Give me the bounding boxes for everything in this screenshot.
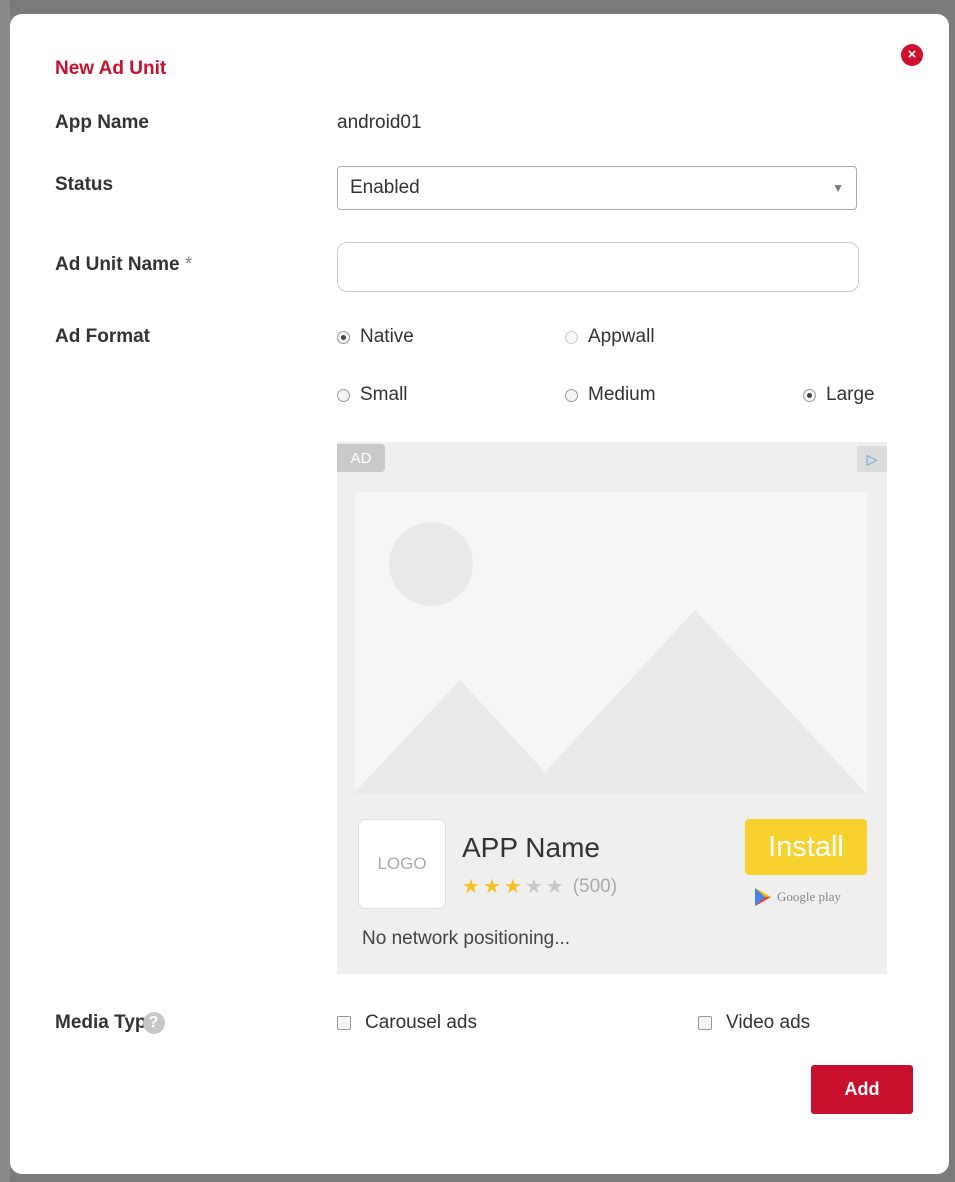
close-icon[interactable]: × <box>901 44 923 66</box>
format-radio-appwall[interactable]: Appwall <box>565 326 655 348</box>
status-label: Status <box>55 174 114 195</box>
radio-button <box>337 330 350 344</box>
ad-unit-name-label: Ad Unit Name * <box>55 254 192 276</box>
size-radio-large[interactable]: Large <box>803 384 875 406</box>
ad-tag: AD <box>337 444 385 472</box>
ad-preview: AD ▷ LOGO APP Name ★ ★ ★ ★ ★ (500) Insta… <box>337 442 887 974</box>
radio-button <box>803 388 816 402</box>
rating-count: (500) <box>572 875 618 897</box>
size-radio-small[interactable]: Small <box>337 384 408 406</box>
checkbox <box>337 1016 351 1030</box>
star-icon: ★ <box>545 876 564 898</box>
format-radio-native-label: Native <box>360 326 414 347</box>
chevron-down-icon: ▼ <box>832 181 844 195</box>
page-backdrop <box>0 0 10 1182</box>
google-play-badge: Google play <box>755 888 841 906</box>
star-icon: ★ <box>462 876 480 898</box>
google-play-label: Google play <box>777 889 841 904</box>
modal-title: New Ad Unit <box>55 58 167 79</box>
ad-unit-name-input[interactable] <box>337 242 859 292</box>
ad-unit-name-label-text: Ad Unit Name <box>55 254 180 275</box>
media-checkbox-carousel[interactable]: Carousel ads <box>337 1012 477 1034</box>
image-placeholder-icon <box>355 492 867 794</box>
app-logo: LOGO <box>358 819 446 909</box>
status-select-value: Enabled <box>350 177 420 198</box>
rating-stars: ★ ★ ★ ★ ★ (500) <box>462 874 617 899</box>
media-checkbox-video[interactable]: Video ads <box>698 1012 810 1034</box>
app-name-value: android01 <box>337 112 422 133</box>
media-checkbox-carousel-label: Carousel ads <box>365 1012 477 1033</box>
checkbox <box>698 1016 712 1030</box>
ad-description: No network positioning... <box>362 928 571 949</box>
radio-button <box>565 388 578 402</box>
add-button[interactable]: Add <box>811 1065 913 1114</box>
size-radio-small-label: Small <box>360 384 408 405</box>
status-select[interactable]: Enabled ▼ <box>337 166 857 210</box>
star-icon: ★ <box>482 876 501 898</box>
format-radio-appwall-label: Appwall <box>588 326 655 347</box>
install-button: Install <box>745 819 867 875</box>
media-type-label: Media Typ? <box>55 1012 165 1034</box>
ad-format-label: Ad Format <box>55 326 150 347</box>
media-type-label-text: Media Typ <box>55 1012 147 1034</box>
radio-button <box>565 330 578 344</box>
star-icon: ★ <box>503 876 522 898</box>
radio-button <box>337 388 350 402</box>
size-radio-medium-label: Medium <box>588 384 656 405</box>
new-ad-unit-modal: × New Ad Unit App Name android01 Status … <box>10 14 949 1174</box>
format-radio-native[interactable]: Native <box>337 326 414 348</box>
google-play-icon <box>755 888 771 906</box>
app-name-label: App Name <box>55 112 149 133</box>
star-icon: ★ <box>524 876 543 898</box>
required-marker: * <box>184 254 193 275</box>
media-checkbox-video-label: Video ads <box>726 1012 811 1033</box>
help-icon[interactable]: ? <box>142 1012 165 1034</box>
ad-image-placeholder <box>355 492 867 794</box>
adchoices-icon: ▷ <box>857 446 887 472</box>
ad-app-name: APP Name <box>462 832 600 863</box>
size-radio-medium[interactable]: Medium <box>565 384 656 406</box>
size-radio-large-label: Large <box>826 384 875 405</box>
